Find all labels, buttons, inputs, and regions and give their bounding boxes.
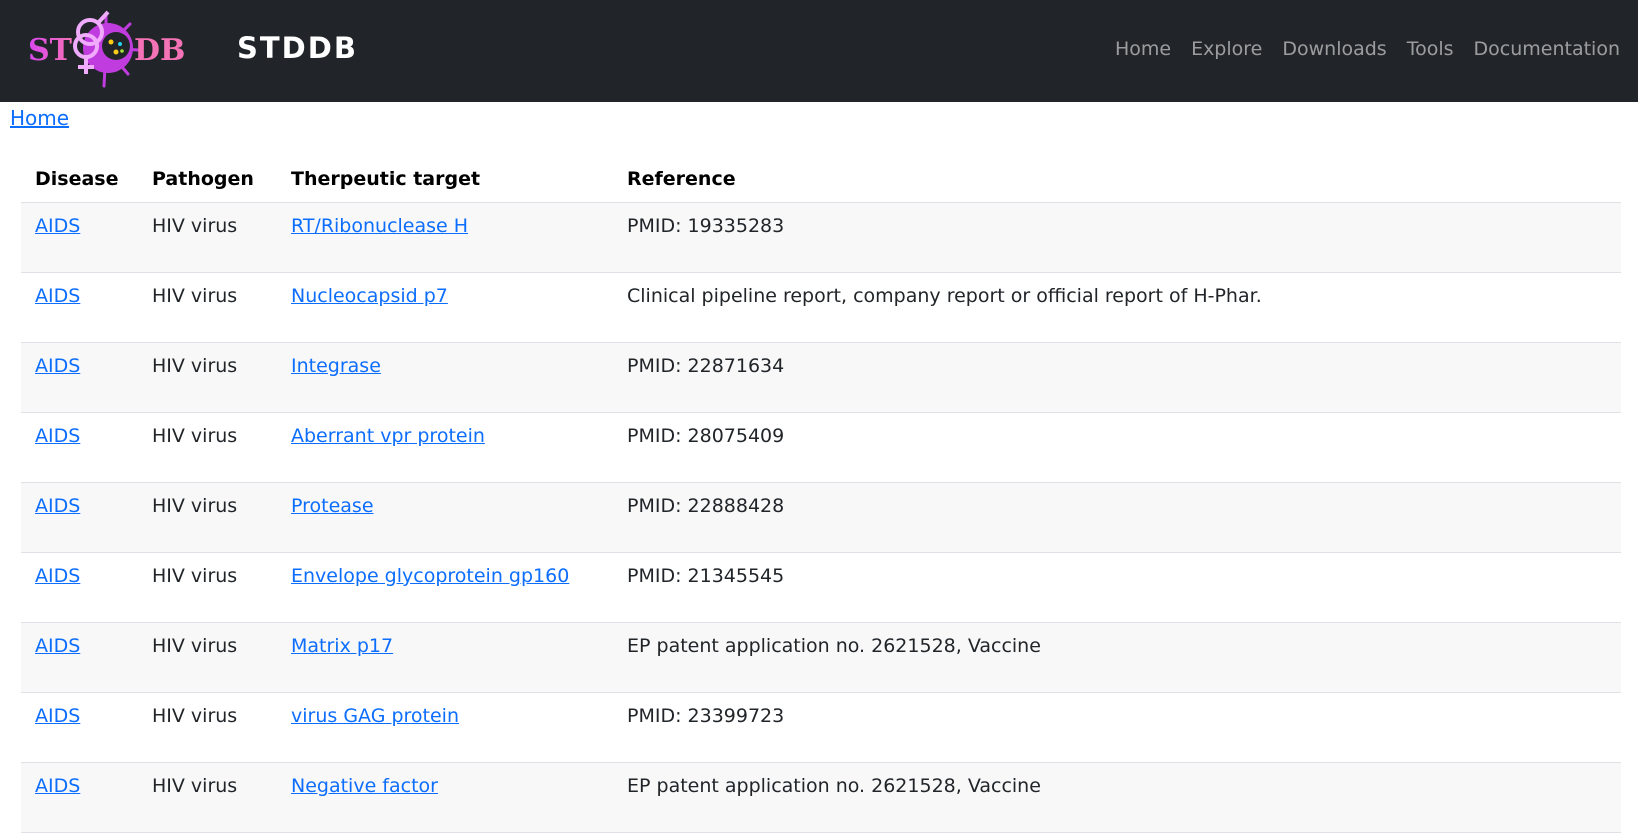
disease-link[interactable]: AIDS — [35, 635, 80, 657]
logo-text-right: DB — [134, 33, 185, 68]
reference-cell: EP patent application no. 2621528, Vacci… — [613, 762, 1621, 833]
main-nav: Home Explore Downloads Tools Documentati… — [1105, 34, 1630, 64]
target-link[interactable]: Envelope glycoprotein gp160 — [291, 565, 569, 587]
reference-cell: PMID: 21345545 — [613, 552, 1621, 623]
table-row: AIDS HIV virus Negative factor EP patent… — [21, 762, 1621, 833]
target-link[interactable]: Protease — [291, 495, 374, 517]
nav-downloads[interactable]: Downloads — [1272, 34, 1396, 64]
brand-link[interactable]: STDDB — [237, 28, 358, 68]
disease-link[interactable]: AIDS — [35, 285, 80, 307]
pathogen-cell: HIV virus — [138, 482, 277, 553]
disease-link[interactable]: AIDS — [35, 355, 80, 377]
table-row: AIDS HIV virus Protease PMID: 22888428 — [21, 482, 1621, 553]
pathogen-cell: HIV virus — [138, 412, 277, 483]
nav-documentation[interactable]: Documentation — [1464, 34, 1630, 64]
reference-cell: PMID: 22888428 — [613, 482, 1621, 553]
pathogen-cell: HIV virus — [138, 272, 277, 343]
reference-cell: EP patent application no. 2621528, Vacci… — [613, 622, 1621, 693]
disease-link[interactable]: AIDS — [35, 215, 80, 237]
navbar: ST DB STDDB Home Explore Downloads Tools… — [0, 0, 1638, 102]
pathogen-cell: HIV virus — [138, 202, 277, 273]
target-link[interactable]: RT/Ribonuclease H — [291, 215, 468, 237]
header-disease: Disease — [21, 155, 138, 203]
pathogen-cell: HIV virus — [138, 762, 277, 833]
table-row: AIDS HIV virus Aberrant vpr protein PMID… — [21, 412, 1621, 483]
table-row: AIDS HIV virus virus GAG protein PMID: 2… — [21, 692, 1621, 763]
table-row: AIDS HIV virus Nucleocapsid p7 Clinical … — [21, 272, 1621, 343]
table-row: AIDS HIV virus Envelope glycoprotein gp1… — [21, 552, 1621, 623]
table-header-row: Disease Pathogen Therpeutic target Refer… — [21, 155, 1621, 203]
breadcrumb-home[interactable]: Home — [10, 105, 69, 131]
disease-link[interactable]: AIDS — [35, 775, 80, 797]
disease-link[interactable]: AIDS — [35, 565, 80, 587]
pathogen-cell: HIV virus — [138, 692, 277, 763]
pathogen-cell: HIV virus — [138, 552, 277, 623]
target-link[interactable]: Integrase — [291, 355, 381, 377]
nav-explore[interactable]: Explore — [1181, 34, 1272, 64]
table-row: AIDS HIV virus Integrase PMID: 22871634 — [21, 342, 1621, 413]
disease-link[interactable]: AIDS — [35, 425, 80, 447]
reference-cell: PMID: 19335283 — [613, 202, 1621, 273]
reference-cell: PMID: 22871634 — [613, 342, 1621, 413]
reference-cell: PMID: 28075409 — [613, 412, 1621, 483]
reference-cell: PMID: 23399723 — [613, 692, 1621, 763]
targets-table-container: Disease Pathogen Therpeutic target Refer… — [21, 155, 1621, 833]
pathogen-cell: HIV virus — [138, 342, 277, 413]
targets-table: Disease Pathogen Therpeutic target Refer… — [21, 155, 1621, 833]
pathogen-cell: HIV virus — [138, 622, 277, 693]
target-link[interactable]: Nucleocapsid p7 — [291, 285, 448, 307]
logo-text-left: ST — [28, 33, 73, 68]
disease-link[interactable]: AIDS — [35, 705, 80, 727]
target-link[interactable]: virus GAG protein — [291, 705, 459, 727]
target-link[interactable]: Aberrant vpr protein — [291, 425, 485, 447]
table-row: AIDS HIV virus RT/Ribonuclease H PMID: 1… — [21, 202, 1621, 273]
nav-home[interactable]: Home — [1105, 34, 1181, 64]
header-reference: Reference — [613, 155, 1621, 203]
header-target: Therpeutic target — [277, 155, 613, 203]
reference-cell: Clinical pipeline report, company report… — [613, 272, 1621, 343]
target-link[interactable]: Matrix p17 — [291, 635, 393, 657]
nav-tools[interactable]: Tools — [1397, 34, 1464, 64]
header-pathogen: Pathogen — [138, 155, 277, 203]
stddb-logo-icon[interactable]: ST DB — [28, 6, 190, 92]
disease-link[interactable]: AIDS — [35, 495, 80, 517]
target-link[interactable]: Negative factor — [291, 775, 438, 797]
table-row: AIDS HIV virus Matrix p17 EP patent appl… — [21, 622, 1621, 693]
